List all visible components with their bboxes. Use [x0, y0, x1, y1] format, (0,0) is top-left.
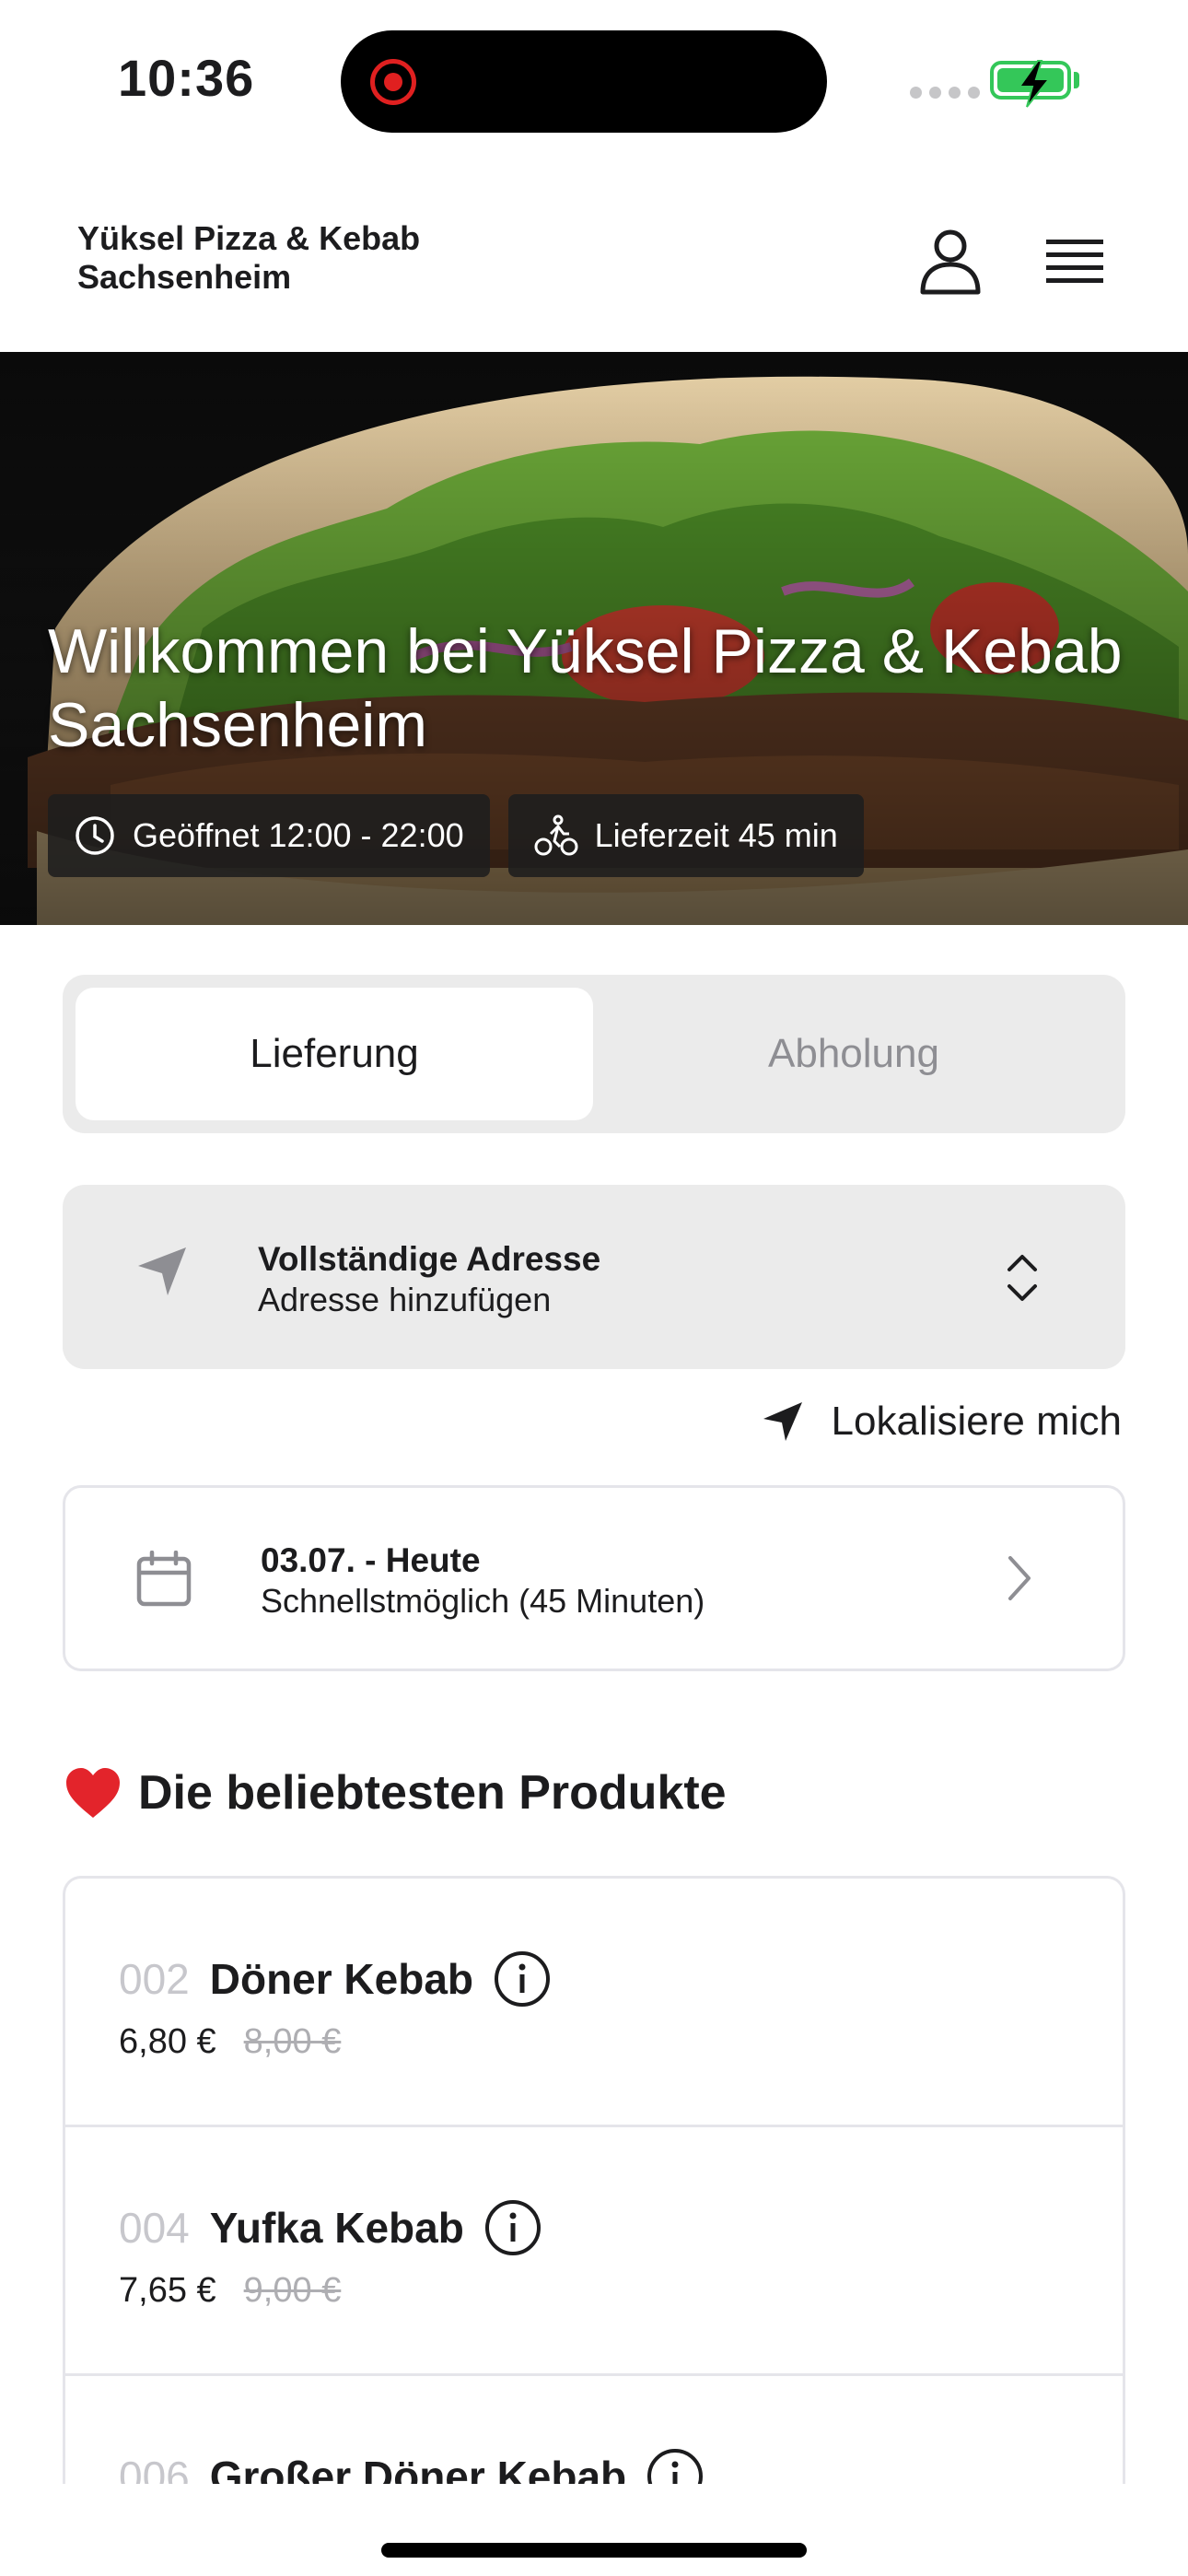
- tab-delivery[interactable]: Lieferung: [76, 988, 593, 1120]
- app-header: Yüksel Pizza & Kebab Sachsenheim: [0, 203, 1188, 352]
- delivery-time-selector[interactable]: 03.07. - Heute Schnellstmöglich (45 Minu…: [63, 1485, 1125, 1671]
- restaurant-name[interactable]: Yüksel Pizza & Kebab Sachsenheim: [77, 219, 501, 297]
- info-icon[interactable]: [484, 2199, 542, 2256]
- order-mode-toggle: Lieferung Abholung: [63, 975, 1125, 1133]
- opening-hours-text: Geöffnet 12:00 - 22:00: [133, 816, 464, 854]
- schedule-time: Schnellstmöglich (45 Minuten): [261, 1582, 705, 1620]
- address-selector[interactable]: Vollständige Adresse Adresse hinzufügen: [63, 1185, 1125, 1369]
- product-item[interactable]: 002 Döner Kebab 6,80 € 8,00 €: [65, 1879, 1123, 2127]
- bicycle-courier-icon: [534, 814, 578, 856]
- clock-icon: [76, 816, 114, 855]
- hero-title: Willkommen bei Yüksel Pizza & Kebab Sach…: [48, 616, 1123, 760]
- hamburger-menu-icon: [1046, 240, 1103, 283]
- popular-products-list: 002 Döner Kebab 6,80 € 8,00 € 004 Yufka …: [63, 1876, 1125, 2484]
- calendar-icon: [136, 1551, 192, 1607]
- status-time: 10:36: [118, 49, 255, 107]
- dynamic-island: [341, 30, 827, 133]
- delivery-time-text: Lieferzeit 45 min: [594, 816, 838, 854]
- address-subtitle: Adresse hinzufügen: [258, 1281, 552, 1318]
- locate-me-button[interactable]: Lokalisiere mich: [762, 1399, 1122, 1445]
- product-old-price: 8,00 €: [243, 2022, 342, 2061]
- screen-recording-icon: [370, 59, 416, 105]
- navigation-arrow-icon: [138, 1247, 186, 1295]
- info-icon[interactable]: [646, 2448, 704, 2484]
- schedule-date: 03.07. - Heute: [261, 1541, 481, 1579]
- location-arrow-icon: [763, 1402, 802, 1441]
- info-icon[interactable]: [494, 1950, 551, 2008]
- battery-icon: [990, 60, 1071, 108]
- chevron-up-down-icon: [1007, 1255, 1037, 1301]
- product-name: Döner Kebab: [209, 1955, 474, 2003]
- product-item[interactable]: 006 Großer Döner Kebab: [65, 2376, 1123, 2484]
- delivery-time-badge: Lieferzeit 45 min: [507, 794, 864, 877]
- hero-banner: Willkommen bei Yüksel Pizza & Kebab Sach…: [0, 352, 1188, 925]
- menu-button[interactable]: [1042, 232, 1107, 291]
- product-number: 002: [119, 1955, 190, 2003]
- status-bar: 10:36: [0, 0, 1188, 157]
- cellular-signal-icon: [910, 87, 980, 99]
- locate-me-label: Lokalisiere mich: [831, 1399, 1122, 1444]
- home-indicator[interactable]: [381, 2543, 807, 2558]
- battery-cap: [1074, 72, 1079, 88]
- popular-products-title: Die beliebtesten Produkte: [138, 1766, 727, 1820]
- product-item[interactable]: 004 Yufka Kebab 7,65 € 9,00 €: [65, 2127, 1123, 2376]
- product-name: Großer Döner Kebab: [209, 2453, 627, 2484]
- product-old-price: 9,00 €: [243, 2271, 342, 2310]
- tab-pickup[interactable]: Abholung: [595, 988, 1112, 1120]
- heart-icon: [66, 1768, 120, 1818]
- opening-hours-badge: Geöffnet 12:00 - 22:00: [48, 794, 490, 877]
- user-icon: [920, 229, 981, 295]
- product-price: 6,80 €: [119, 2022, 216, 2061]
- product-number: 004: [119, 2204, 190, 2252]
- restaurant-name-line2: Sachsenheim: [77, 258, 292, 296]
- product-price: 7,65 €: [119, 2271, 216, 2310]
- product-name: Yufka Kebab: [209, 2204, 464, 2252]
- product-number: 006: [119, 2453, 190, 2484]
- popular-products-heading: Die beliebtesten Produkte: [64, 1765, 727, 1821]
- profile-button[interactable]: [915, 226, 985, 296]
- restaurant-name-line1: Yüksel Pizza & Kebab: [77, 219, 421, 257]
- address-title: Vollständige Adresse: [258, 1240, 601, 1278]
- chevron-right-icon: [1008, 1556, 1031, 1600]
- bottom-safe-area: [0, 2488, 1188, 2576]
